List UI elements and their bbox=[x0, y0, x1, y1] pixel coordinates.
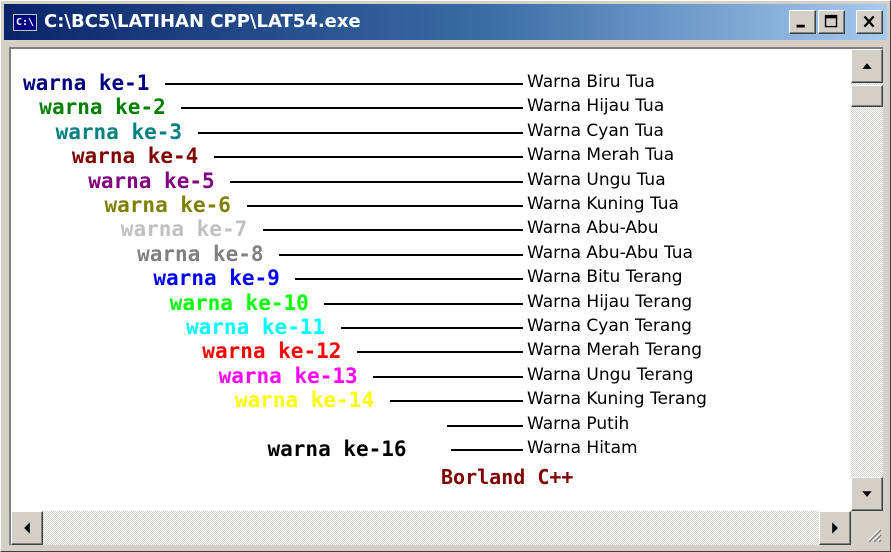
console-window: C:\ C:\BC5\LATIHAN CPP\LAT54.exe warna k… bbox=[0, 0, 891, 552]
color-sample-label: warna ke-3 bbox=[55, 119, 183, 144]
arrow-up-icon bbox=[862, 63, 872, 69]
maximize-icon bbox=[824, 14, 838, 28]
color-name-text: Warna Kuning Tua bbox=[527, 194, 679, 214]
close-icon bbox=[863, 15, 875, 28]
leader-line bbox=[181, 107, 523, 110]
maximize-button[interactable] bbox=[818, 10, 845, 34]
app-icon-text: C:\ bbox=[16, 17, 35, 28]
color-name-text: Warna Merah Tua bbox=[527, 145, 675, 166]
minimize-icon bbox=[796, 24, 805, 28]
color-sample-label: warna ke-16 bbox=[267, 437, 407, 461]
color-sample-label: warna ke-7 bbox=[120, 217, 248, 242]
color-sample-label: warna ke-2 bbox=[39, 95, 166, 120]
leader-line bbox=[389, 400, 523, 403]
vertical-scrollbar[interactable] bbox=[851, 49, 883, 511]
leader-line bbox=[279, 253, 523, 256]
color-name-text: Warna Kuning Terang bbox=[527, 389, 707, 410]
leader-line bbox=[447, 424, 523, 427]
color-name-text: Warna Cyan Terang bbox=[527, 316, 692, 336]
arrow-down-icon bbox=[862, 491, 872, 497]
scroll-up-button[interactable] bbox=[851, 49, 883, 83]
leader-line bbox=[213, 156, 523, 159]
console-client-area: warna ke-1 Warna Biru Tua warna ke-2 Warna … bbox=[9, 47, 883, 545]
color-name-text: Warna Merah Terang bbox=[527, 340, 703, 361]
borland-footer: Borland C++ bbox=[441, 465, 574, 489]
color-name-text: Warna Bitu Terang bbox=[527, 267, 683, 288]
scroll-right-button[interactable] bbox=[819, 511, 851, 545]
leader-line bbox=[246, 205, 523, 207]
leader-line bbox=[356, 351, 523, 354]
resize-grip[interactable] bbox=[851, 511, 883, 545]
color-name-text: Warna Abu-Abu bbox=[527, 218, 659, 239]
color-sample-label: warna ke-11 bbox=[186, 315, 326, 339]
color-name-text: Warna Cyan Tua bbox=[527, 120, 664, 141]
leader-line bbox=[340, 327, 523, 329]
color-name-text: Warna Ungu Terang bbox=[527, 364, 694, 385]
color-sample-label: warna ke-9 bbox=[153, 266, 280, 291]
window-title: C:\BC5\LATIHAN CPP\LAT54.exe bbox=[44, 11, 361, 32]
color-name-text: Warna Hijau Terang bbox=[527, 291, 693, 312]
color-sample-label: warna ke-10 bbox=[169, 290, 309, 315]
leader-line bbox=[451, 449, 523, 451]
color-name-text: Warna Putih bbox=[527, 413, 630, 434]
console-app-icon[interactable]: C:\ bbox=[13, 14, 37, 31]
arrow-right-icon bbox=[832, 522, 838, 534]
color-sample-label: warna ke-12 bbox=[202, 339, 342, 364]
leader-line bbox=[262, 229, 523, 232]
color-name-text: Warna Hitam bbox=[527, 438, 638, 458]
color-sample-label: warna ke-5 bbox=[88, 168, 215, 193]
color-sample-label: warna ke-6 bbox=[104, 193, 231, 217]
color-sample-label: warna ke-8 bbox=[137, 241, 264, 266]
leader-line bbox=[165, 83, 523, 85]
leader-line bbox=[324, 302, 523, 305]
leader-line bbox=[373, 375, 523, 378]
color-sample-label: warna ke-1 bbox=[23, 71, 150, 95]
console-output: warna ke-1 Warna Biru Tua warna ke-2 Warna … bbox=[11, 49, 851, 511]
leader-line bbox=[197, 131, 523, 134]
arrow-left-icon bbox=[24, 522, 30, 534]
color-name-text: Warna Hijau Tua bbox=[527, 96, 665, 117]
close-button[interactable] bbox=[856, 10, 883, 34]
vertical-scroll-thumb[interactable] bbox=[851, 85, 883, 107]
scroll-left-button[interactable] bbox=[11, 511, 43, 545]
scroll-down-button[interactable] bbox=[851, 477, 883, 511]
title-bar[interactable]: C:\ C:\BC5\LATIHAN CPP\LAT54.exe bbox=[4, 4, 887, 40]
color-sample-label: warna ke-13 bbox=[218, 363, 358, 388]
color-sample-label: warna ke-14 bbox=[234, 388, 374, 413]
color-name-text: Warna Biru Tua bbox=[527, 72, 655, 92]
color-sample-label: warna ke-4 bbox=[71, 144, 199, 169]
minimize-button[interactable] bbox=[789, 10, 816, 34]
horizontal-scrollbar[interactable] bbox=[11, 511, 851, 545]
color-name-text: Warna Abu-Abu Tua bbox=[527, 242, 693, 263]
leader-line bbox=[230, 180, 523, 183]
resize-grip-icon bbox=[867, 528, 882, 543]
leader-line bbox=[295, 278, 523, 281]
color-name-text: Warna Ungu Tua bbox=[527, 169, 666, 190]
